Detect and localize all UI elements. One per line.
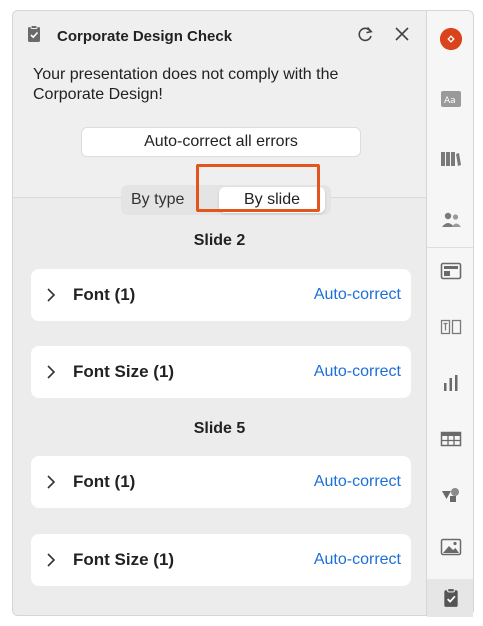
sidebar-separator xyxy=(427,247,473,248)
textbox-icon[interactable] xyxy=(439,315,463,339)
clipboard-check-icon[interactable] xyxy=(439,586,463,610)
shapes-icon[interactable] xyxy=(439,483,463,507)
refresh-icon[interactable] xyxy=(354,23,376,45)
by-slide-option[interactable]: By slide xyxy=(219,187,325,213)
issue-row[interactable]: Font Size (1) Auto-correct xyxy=(31,346,411,398)
chevron-right-icon[interactable] xyxy=(45,552,57,568)
chart-icon[interactable] xyxy=(439,371,463,395)
compliance-message: Your presentation does not comply with t… xyxy=(33,66,339,103)
image-icon[interactable] xyxy=(439,535,463,559)
chevron-right-icon[interactable] xyxy=(45,364,57,380)
layout-icon[interactable] xyxy=(439,259,463,283)
results-area: Slide 2 Font (1) Auto-correct Font Size … xyxy=(13,197,426,615)
issue-label: Font (1) xyxy=(73,285,136,304)
library-icon[interactable] xyxy=(439,147,463,171)
chevron-right-icon[interactable] xyxy=(45,287,57,303)
svg-text:Aa: Aa xyxy=(444,96,456,106)
addin-sidebar: Aa xyxy=(426,10,474,617)
text-style-icon[interactable]: Aa xyxy=(439,87,463,111)
panel-header: Corporate Design Check xyxy=(13,11,426,59)
issue-row[interactable]: Font (1) Auto-correct xyxy=(31,456,411,508)
slide-heading: Slide 2 xyxy=(193,232,246,249)
autocorrect-link[interactable]: Auto-correct xyxy=(314,551,401,569)
issue-label: Font Size (1) xyxy=(73,550,175,569)
close-icon[interactable] xyxy=(391,23,413,45)
issue-label: Font (1) xyxy=(73,472,136,491)
autocorrect-all-button[interactable]: Auto-correct all errors xyxy=(81,127,361,157)
issue-label: Font Size (1) xyxy=(73,362,175,381)
issue-row[interactable]: Font Size (1) Auto-correct xyxy=(31,534,411,586)
view-toggle: By type By slide xyxy=(121,185,331,215)
autocorrect-link[interactable]: Auto-correct xyxy=(314,473,401,491)
people-icon[interactable] xyxy=(439,207,463,231)
by-type-option[interactable]: By type xyxy=(131,185,184,215)
autocorrect-link[interactable]: Auto-correct xyxy=(314,286,401,304)
design-check-panel: Corporate Design Check Your presentation… xyxy=(12,10,426,616)
issue-row[interactable]: Font (1) Auto-correct xyxy=(31,269,411,321)
addin-logo-icon[interactable] xyxy=(439,27,463,51)
slide-heading: Slide 5 xyxy=(193,420,246,437)
panel-title: Corporate Design Check xyxy=(57,28,233,45)
autocorrect-link[interactable]: Auto-correct xyxy=(314,363,401,381)
chevron-right-icon[interactable] xyxy=(45,474,57,490)
clipboard-check-icon xyxy=(28,25,40,42)
table-icon[interactable] xyxy=(439,427,463,451)
